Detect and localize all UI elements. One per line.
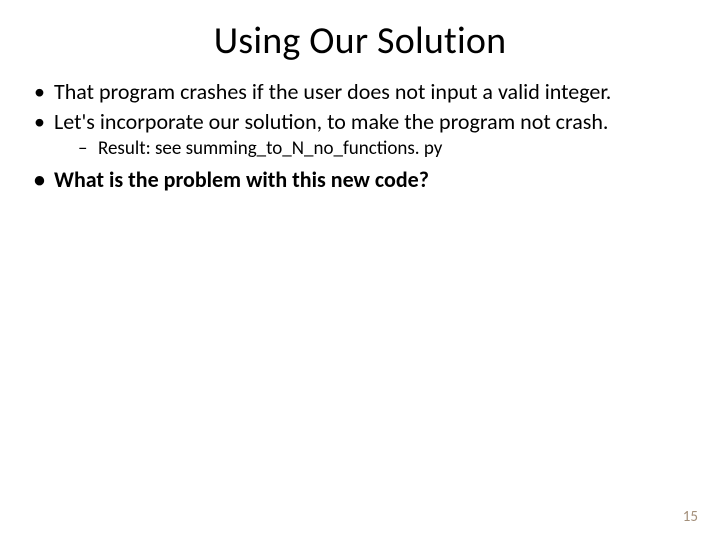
bullet-item-1: That program crashes if the user does no… <box>32 78 688 106</box>
slide-body: That program crashes if the user does no… <box>0 64 720 193</box>
slide: Using Our Solution That program crashes … <box>0 0 720 540</box>
bullet-list: That program crashes if the user does no… <box>32 78 688 193</box>
bullet-item-2: Let's incorporate our solution, to make … <box>32 108 688 162</box>
slide-title: Using Our Solution <box>0 0 720 64</box>
bullet-item-2-text: Let's incorporate our solution, to make … <box>54 108 608 135</box>
bullet-item-3: What is the problem with this new code? <box>32 166 688 194</box>
page-number: 15 <box>683 508 698 526</box>
sub-bullet-item-1: Result: see summing_to_N_no_functions. p… <box>54 137 688 162</box>
sub-bullet-list: Result: see summing_to_N_no_functions. p… <box>54 137 688 162</box>
